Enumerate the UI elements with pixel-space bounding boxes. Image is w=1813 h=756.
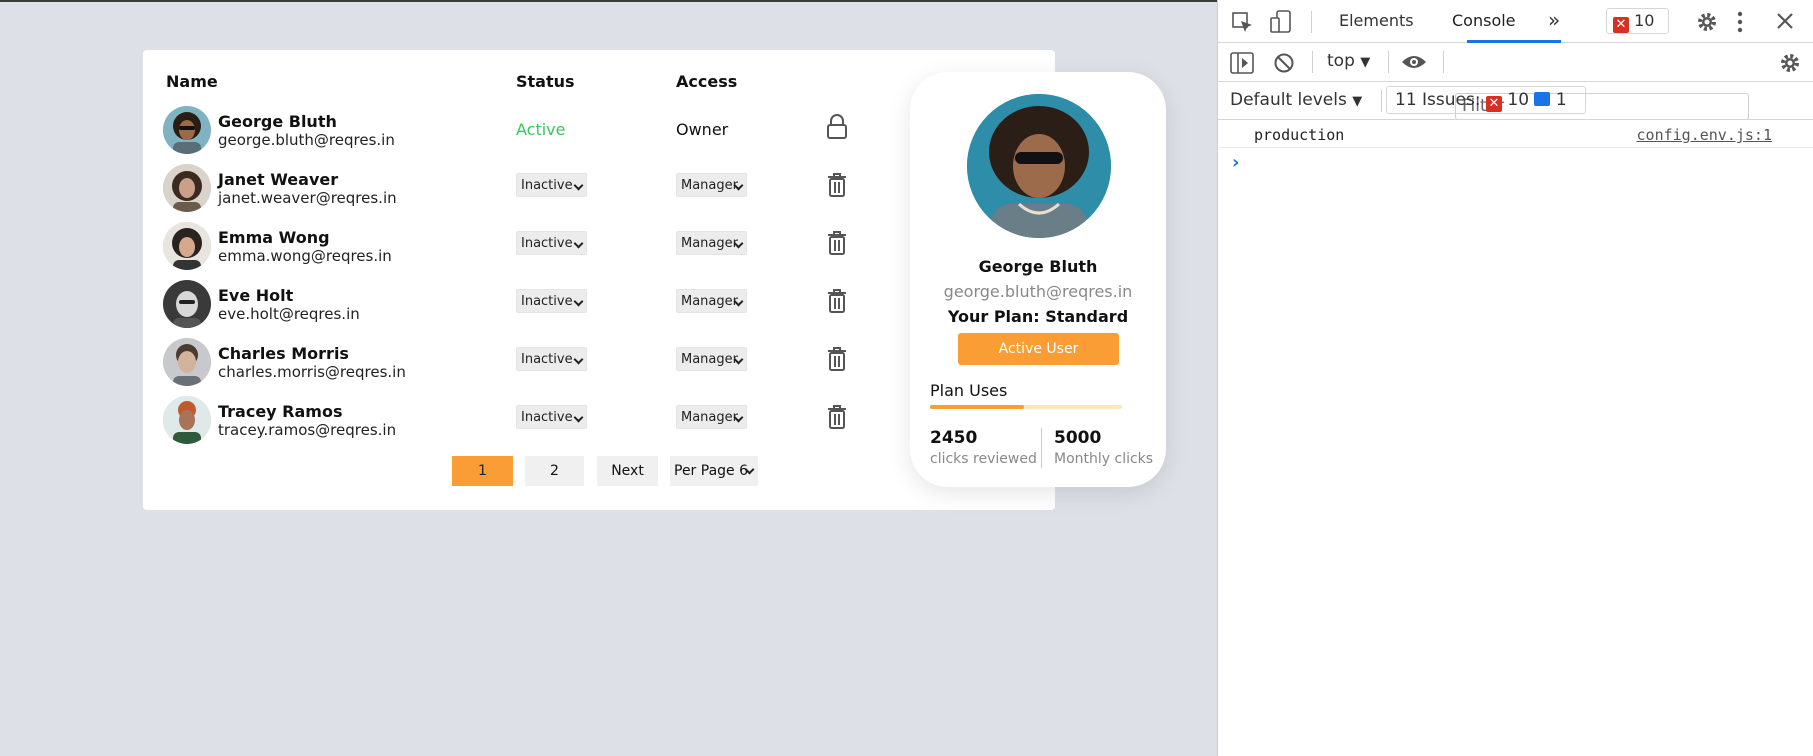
chevron-down-icon: ▼ bbox=[1352, 94, 1363, 109]
more-tabs-icon[interactable]: » bbox=[1548, 8, 1560, 32]
next-page-button[interactable]: Next bbox=[597, 456, 658, 486]
trash-icon[interactable] bbox=[826, 288, 848, 314]
console-message: production bbox=[1254, 126, 1345, 144]
user-name: Eve Holt bbox=[218, 286, 294, 305]
profile-avatar bbox=[967, 94, 1111, 238]
status-select[interactable]: Inactive bbox=[516, 405, 587, 429]
user-email: tracey.ramos@reqres.in bbox=[218, 421, 397, 439]
access-select[interactable]: Manager bbox=[676, 289, 747, 313]
user-email: emma.wong@reqres.in bbox=[218, 247, 392, 265]
clicks-reviewed-value: 2450 bbox=[930, 428, 978, 448]
access-label: Owner bbox=[676, 120, 729, 139]
access-select[interactable]: Manager bbox=[676, 173, 747, 197]
devtools-panel: Elements Console » ✕ 10 top ▼ Filter Def… bbox=[1217, 0, 1813, 756]
avatar bbox=[163, 106, 211, 154]
console-levels-bar: Default levels ▼ 11 Issues: ✕ 10 1 bbox=[1218, 82, 1813, 120]
monthly-clicks-value: 5000 bbox=[1054, 428, 1102, 448]
app-viewport: Name Status Access George Bluth george.b… bbox=[0, 2, 1217, 756]
toolbar-separator bbox=[1388, 51, 1389, 73]
console-source-link[interactable]: config.env.js:1 bbox=[1637, 126, 1772, 144]
inspect-element-icon[interactable] bbox=[1232, 12, 1254, 38]
more-options-icon[interactable] bbox=[1736, 10, 1744, 38]
plan-usage-bar bbox=[930, 405, 1122, 409]
avatar bbox=[163, 280, 211, 328]
table-row: Janet Weaver janet.weaver@reqres.in Inac… bbox=[163, 164, 883, 212]
user-name: Janet Weaver bbox=[218, 170, 339, 189]
page-1-button[interactable]: 1 bbox=[452, 456, 513, 486]
chevron-down-icon: ▼ bbox=[1360, 55, 1371, 70]
profile-name: George Bluth bbox=[978, 257, 1098, 276]
user-name: Charles Morris bbox=[218, 344, 349, 363]
active-user-button[interactable]: Active User bbox=[958, 333, 1119, 365]
sidebar-toggle-icon[interactable] bbox=[1230, 52, 1254, 78]
access-select[interactable]: Manager bbox=[676, 347, 747, 371]
close-devtools-icon[interactable] bbox=[1775, 11, 1795, 35]
status-select[interactable]: Inactive bbox=[516, 231, 587, 255]
profile-card: George Bluth george.bluth@reqres.in Your… bbox=[910, 72, 1166, 487]
user-name: George Bluth bbox=[218, 112, 337, 131]
user-email: eve.holt@reqres.in bbox=[218, 305, 360, 323]
avatar bbox=[163, 164, 211, 212]
live-expression-eye-icon[interactable] bbox=[1401, 53, 1427, 75]
table-row: Tracey Ramos tracey.ramos@reqres.in Inac… bbox=[163, 396, 883, 444]
error-icon: ✕ bbox=[1486, 96, 1502, 112]
profile-email: george.bluth@reqres.in bbox=[943, 282, 1133, 301]
per-page-select[interactable]: Per Page 6 bbox=[670, 456, 758, 486]
trash-icon[interactable] bbox=[826, 346, 848, 372]
column-header-access: Access bbox=[676, 72, 738, 91]
avatar bbox=[163, 338, 211, 386]
user-name: Emma Wong bbox=[218, 228, 330, 247]
toolbar-separator bbox=[1443, 51, 1444, 73]
page-2-button[interactable]: 2 bbox=[525, 456, 584, 486]
avatar bbox=[163, 222, 211, 270]
monthly-clicks-label: Monthly clicks bbox=[1054, 451, 1154, 467]
table-row: Emma Wong emma.wong@reqres.in Inactive M… bbox=[163, 222, 883, 270]
table-row: Eve Holt eve.holt@reqres.in Inactive Man… bbox=[163, 280, 883, 328]
status-select[interactable]: Inactive bbox=[516, 289, 587, 313]
profile-plan: Your Plan: Standard bbox=[947, 307, 1129, 326]
table-row: Charles Morris charles.morris@reqres.in … bbox=[163, 338, 883, 386]
avatar bbox=[163, 396, 211, 444]
column-header-name: Name bbox=[166, 72, 218, 91]
tab-elements[interactable]: Elements bbox=[1339, 11, 1414, 30]
user-email: george.bluth@reqres.in bbox=[218, 131, 395, 149]
device-toolbar-icon[interactable] bbox=[1270, 10, 1292, 38]
trash-icon[interactable] bbox=[826, 230, 848, 256]
column-header-status: Status bbox=[516, 72, 575, 91]
status-select[interactable]: Inactive bbox=[516, 173, 587, 197]
info-message-icon bbox=[1534, 92, 1551, 106]
access-select[interactable]: Manager bbox=[676, 405, 747, 429]
console-prompt[interactable]: › bbox=[1232, 152, 1239, 173]
table-row: George Bluth george.bluth@reqres.in Acti… bbox=[163, 106, 883, 154]
trash-icon[interactable] bbox=[826, 404, 848, 430]
clicks-reviewed-label: clicks reviewed bbox=[930, 451, 1037, 467]
tab-console[interactable]: Console bbox=[1452, 11, 1516, 30]
settings-gear-icon[interactable] bbox=[1695, 10, 1719, 38]
log-levels-select[interactable]: Default levels ▼ bbox=[1230, 90, 1362, 110]
trash-icon[interactable] bbox=[826, 172, 848, 198]
toolbar-separator bbox=[1381, 90, 1382, 112]
stats-divider bbox=[1041, 428, 1042, 468]
toolbar-separator bbox=[1311, 11, 1312, 33]
status-label: Active bbox=[516, 120, 566, 139]
plan-uses-label: Plan Uses bbox=[930, 381, 1008, 400]
access-select[interactable]: Manager bbox=[676, 231, 747, 255]
console-settings-gear-icon[interactable] bbox=[1778, 51, 1802, 79]
status-select[interactable]: Inactive bbox=[516, 347, 587, 371]
user-name: Tracey Ramos bbox=[218, 402, 343, 421]
context-select[interactable]: top ▼ bbox=[1327, 51, 1370, 71]
console-log-row: production config.env.js:1 bbox=[1218, 120, 1813, 148]
user-email: charles.morris@reqres.in bbox=[218, 363, 406, 381]
console-toolbar: top ▼ Filter bbox=[1218, 43, 1813, 120]
devtools-tab-bar: Elements Console » ✕ 10 bbox=[1218, 0, 1813, 43]
error-count-badge[interactable]: ✕ 10 bbox=[1606, 8, 1669, 34]
toolbar-separator bbox=[1312, 51, 1313, 73]
user-email: janet.weaver@reqres.in bbox=[218, 189, 397, 207]
lock-icon bbox=[826, 114, 848, 140]
issues-button[interactable]: 11 Issues: ✕ 10 1 bbox=[1386, 86, 1586, 114]
clear-console-icon[interactable] bbox=[1273, 52, 1295, 78]
plan-usage-fill bbox=[930, 405, 1025, 409]
error-icon: ✕ bbox=[1613, 17, 1629, 33]
